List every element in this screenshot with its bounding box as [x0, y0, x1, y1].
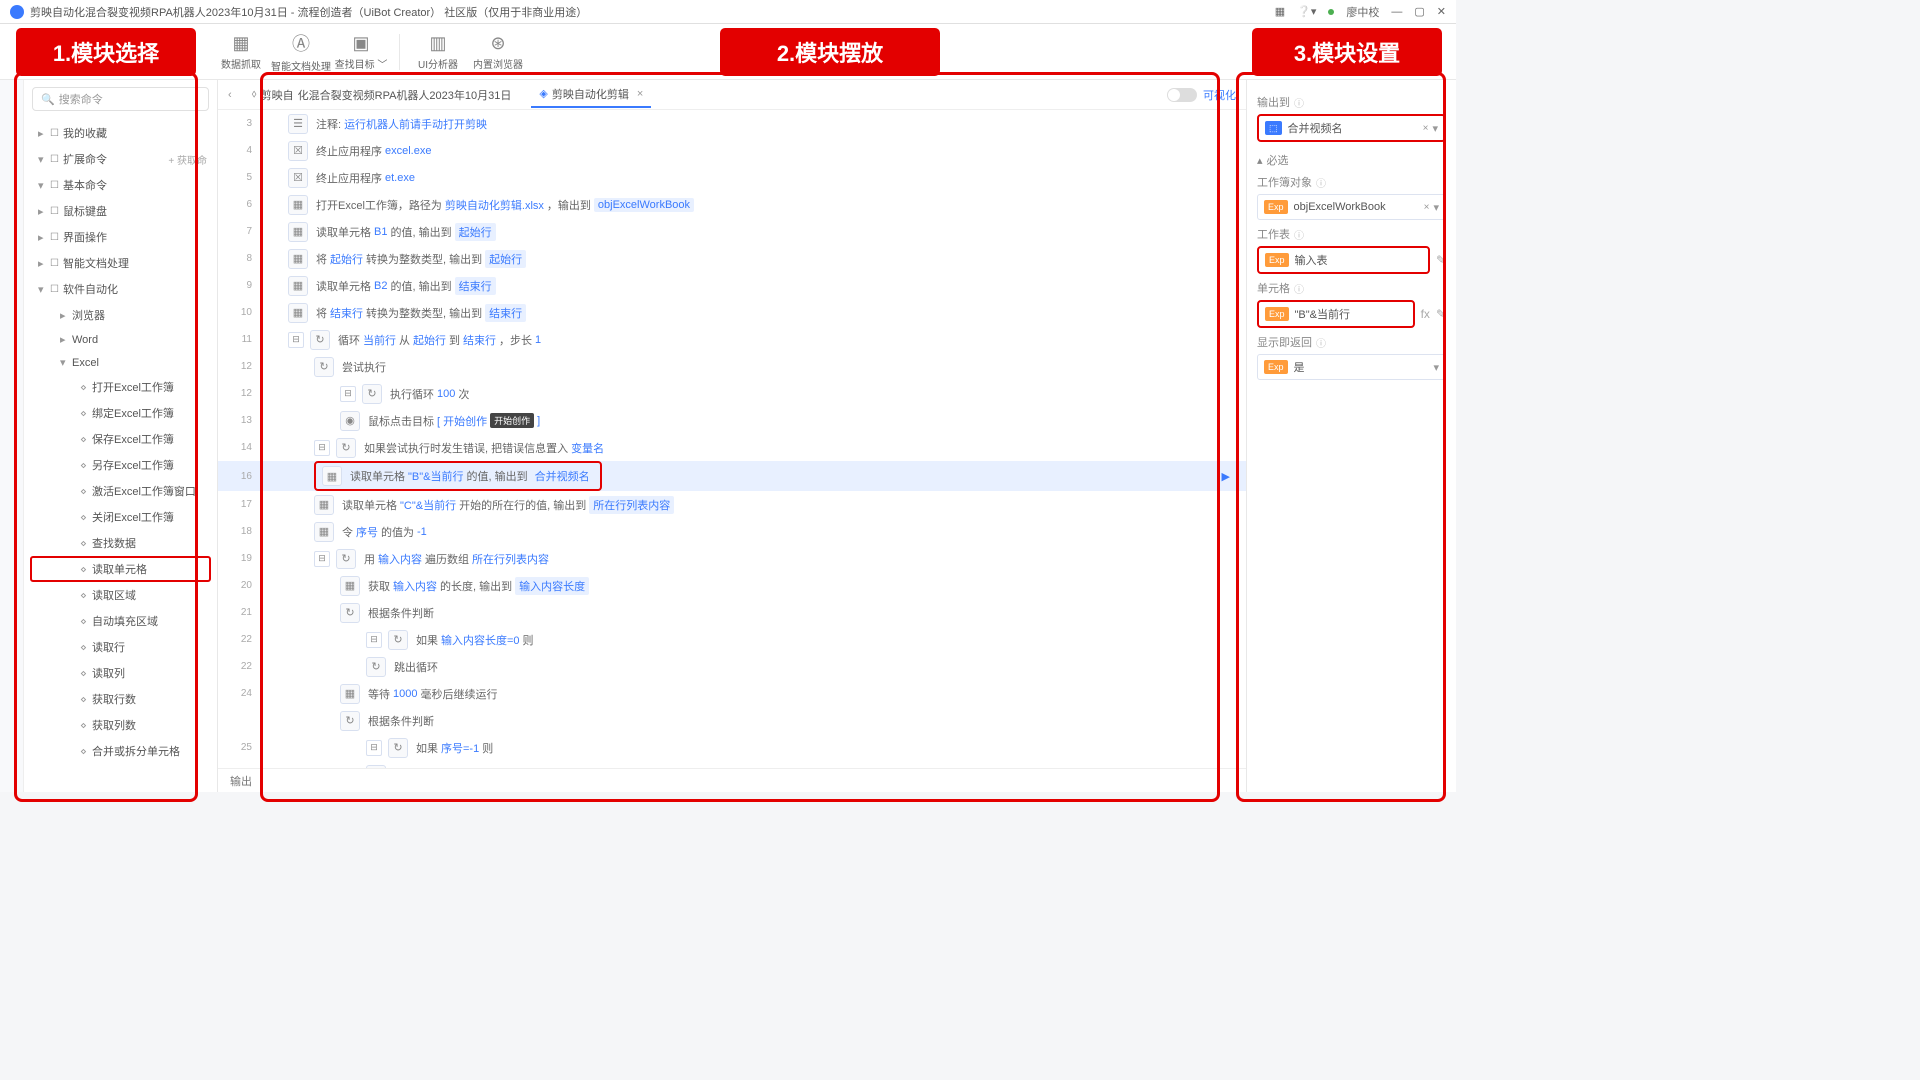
editor-tabs: ‹ ⬨ 剪映自化混合裂变视频RPA机器人2023年10月31日 ◈ 剪映自动化剪…	[218, 80, 1246, 110]
minimize-icon[interactable]: —	[1391, 6, 1402, 18]
tree-item[interactable]: ⋄绑定Excel工作簿	[24, 400, 217, 426]
code-row[interactable]: 20▦获取输入内容的长度, 输出到输入内容长度	[218, 572, 1246, 599]
tree-item[interactable]: ⋄自动填充区域	[24, 608, 217, 634]
var-badge: ⬚	[1265, 121, 1282, 135]
code-row[interactable]: 22⊟↻如果输入内容长度=0则	[218, 626, 1246, 653]
tab-flow[interactable]: ◈ 剪映自动化剪辑 ×	[531, 82, 651, 108]
tree-item[interactable]: ⋄合并或拆分单元格	[24, 738, 217, 764]
grid-icon[interactable]: ▦	[1275, 5, 1285, 18]
editor-area: ‹ ⬨ 剪映自化混合裂变视频RPA机器人2023年10月31日 ◈ 剪映自动化剪…	[218, 80, 1246, 792]
tree-item[interactable]: ⋄获取行数	[24, 686, 217, 712]
window-title: 剪映自动化混合裂变视频RPA机器人2023年10月31日 - 流程创造者（UiB…	[30, 4, 1275, 20]
tree-item[interactable]: ⋄读取单元格	[30, 556, 211, 582]
output-bar[interactable]: 输出	[218, 768, 1246, 792]
annotation-1: 1.模块选择	[16, 28, 196, 76]
code-row[interactable]: 5☒终止应用程序et.exe	[218, 164, 1246, 191]
tree-item[interactable]: ▸☐我的收藏	[24, 120, 217, 146]
edit-icon[interactable]: ✎	[1436, 307, 1446, 321]
tree-item[interactable]: ⋄另存Excel工作簿	[24, 452, 217, 478]
tab-project[interactable]: ⬨ 剪映自化混合裂变视频RPA机器人2023年10月31日	[244, 83, 520, 107]
code-row[interactable]: 19⊟↻用输入内容遍历数组所在行列表内容	[218, 545, 1246, 572]
command-sidebar: 搜索命令 ▸☐我的收藏▾☐扩展命令+ 获取命▾☐基本命令▸☐鼠标键盘▸☐界面操作…	[24, 80, 218, 792]
tree-item[interactable]: ⋄关闭Excel工作簿	[24, 504, 217, 530]
tree-item[interactable]: ▾Excel	[24, 351, 217, 374]
code-row[interactable]: 12↻尝试执行	[218, 353, 1246, 380]
toolbar-智能文档处理[interactable]: Ⓐ智能文档处理	[271, 27, 331, 77]
tree-item[interactable]: ⋄读取行	[24, 634, 217, 660]
code-row[interactable]: 17▦读取单元格"C"&当前行开始的所在行的值, 输出到所在行列表内容	[218, 491, 1246, 518]
tab-close-icon[interactable]: ×	[637, 88, 643, 100]
tree-item[interactable]: ⋄打开Excel工作簿	[24, 374, 217, 400]
tree-item[interactable]: ▾☐基本命令	[24, 172, 217, 198]
visual-label: 可视化	[1203, 87, 1236, 103]
left-strip	[0, 80, 24, 792]
annotation-3: 3.模块设置	[1252, 28, 1442, 76]
tree-item[interactable]: ▾☐扩展命令+ 获取命	[24, 146, 217, 172]
prop-return-label: 显示即返回ⓘ	[1257, 334, 1446, 350]
status-dot	[1328, 9, 1334, 15]
user-name[interactable]: 廖中校	[1346, 4, 1379, 20]
code-row[interactable]: 3☰注释:运行机器人前请手动打开剪映	[218, 110, 1246, 137]
tree-item[interactable]: ▸浏览器	[24, 302, 217, 328]
prop-output-label: 输出到ⓘ	[1257, 94, 1446, 110]
prop-workbook-field[interactable]: ExpobjExcelWorkBook×▾	[1257, 194, 1446, 220]
back-icon[interactable]: ‹	[228, 89, 232, 101]
code-row[interactable]: 13◉鼠标点击目标[ 开始创作开始创作]	[218, 407, 1246, 434]
code-row[interactable]: 10▦将结束行转换为整数类型, 输出到结束行	[218, 299, 1246, 326]
code-row[interactable]: 25⊟↻如果序号=-1则	[218, 734, 1246, 761]
code-row[interactable]: ↻根据条件判断	[218, 707, 1246, 734]
code-row[interactable]: 21↻根据条件判断	[218, 599, 1246, 626]
tree-item[interactable]: ▸☐智能文档处理	[24, 250, 217, 276]
code-row[interactable]: 12⊟↻执行循环100次	[218, 380, 1246, 407]
view-toggle[interactable]	[1167, 88, 1197, 102]
prop-output-field[interactable]: ⬚ 合并视频名×▾	[1257, 114, 1446, 142]
toolbar-UI分析器[interactable]: ▥UI分析器	[408, 27, 468, 77]
code-row[interactable]: 6▦打开Excel工作簿，路径为剪映自动化剪辑.xlsx，输出到objExcel…	[218, 191, 1246, 218]
tree-item[interactable]: ⋄查找数据	[24, 530, 217, 556]
required-section[interactable]: ▴ 必选	[1257, 152, 1446, 168]
code-row[interactable]: 26↻尝试执行	[218, 761, 1246, 768]
search-input[interactable]: 搜索命令	[32, 87, 209, 111]
code-row[interactable]: 18▦令序号的值为-1	[218, 518, 1246, 545]
title-bar: 剪映自动化混合裂变视频RPA机器人2023年10月31日 - 流程创造者（UiB…	[0, 0, 1456, 24]
code-row[interactable]: 8▦将起始行转换为整数类型, 输出到起始行	[218, 245, 1246, 272]
prop-cell-label: 单元格ⓘ	[1257, 280, 1446, 296]
fx-icon[interactable]: fx	[1421, 307, 1430, 321]
code-row[interactable]: 16▦读取单元格"B"&当前行的值, 输出到合并视频名▶	[218, 461, 1246, 491]
property-panel: 输出到ⓘ ⬚ 合并视频名×▾ ▴ 必选 工作簿对象ⓘ ExpobjExcelWo…	[1246, 80, 1456, 792]
tree-item[interactable]: ⋄激活Excel工作簿窗口	[24, 478, 217, 504]
tree-item[interactable]: ⋄读取区域	[24, 582, 217, 608]
tree-item[interactable]: ⋄保存Excel工作簿	[24, 426, 217, 452]
code-area[interactable]: 3☰注释:运行机器人前请手动打开剪映4☒终止应用程序excel.exe5☒终止应…	[218, 110, 1246, 768]
code-row[interactable]: 9▦读取单元格B2的值, 输出到结束行	[218, 272, 1246, 299]
tree-item[interactable]: ⋄读取列	[24, 660, 217, 686]
tree-item[interactable]: ▸☐界面操作	[24, 224, 217, 250]
tree-item[interactable]: ▾☐软件自动化	[24, 276, 217, 302]
edit-icon[interactable]: ✎	[1436, 253, 1446, 267]
toolbar-数据抓取[interactable]: ▦数据抓取	[211, 27, 271, 77]
toolbar-查找目标 ﹀[interactable]: ▣查找目标 ﹀	[331, 27, 391, 77]
prop-return-field[interactable]: Exp是▾	[1257, 354, 1446, 380]
close-icon[interactable]: ✕	[1437, 5, 1446, 18]
tree-item[interactable]: ▸Word	[24, 328, 217, 351]
tree-item[interactable]: ▸☐鼠标键盘	[24, 198, 217, 224]
prop-cell-field[interactable]: Exp"B"&当前行	[1257, 300, 1415, 328]
annotation-2: 2.模块摆放	[720, 28, 940, 76]
code-row[interactable]: 14⊟↻如果尝试执行时发生错误, 把错误信息置入变量名	[218, 434, 1246, 461]
code-row[interactable]: 22↻跳出循环	[218, 653, 1246, 680]
command-tree: ▸☐我的收藏▾☐扩展命令+ 获取命▾☐基本命令▸☐鼠标键盘▸☐界面操作▸☐智能文…	[24, 118, 217, 792]
code-row[interactable]: 24▦等待1000毫秒后继续运行	[218, 680, 1246, 707]
tree-item[interactable]: ⋄获取列数	[24, 712, 217, 738]
help-icon[interactable]: ❔▾	[1297, 5, 1316, 18]
code-row[interactable]: 4☒终止应用程序excel.exe	[218, 137, 1246, 164]
prop-sheet-label: 工作表ⓘ	[1257, 226, 1446, 242]
maximize-icon[interactable]: ▢	[1414, 5, 1424, 18]
code-row[interactable]: 11⊟↻循环当前行从起始行到结束行，步长1	[218, 326, 1246, 353]
app-logo	[10, 5, 24, 19]
code-row[interactable]: 7▦读取单元格B1的值, 输出到起始行	[218, 218, 1246, 245]
prop-sheet-field[interactable]: Exp输入表	[1257, 246, 1430, 274]
toolbar-内置浏览器[interactable]: ⊛内置浏览器	[468, 27, 528, 77]
prop-workbook-label: 工作簿对象ⓘ	[1257, 174, 1446, 190]
